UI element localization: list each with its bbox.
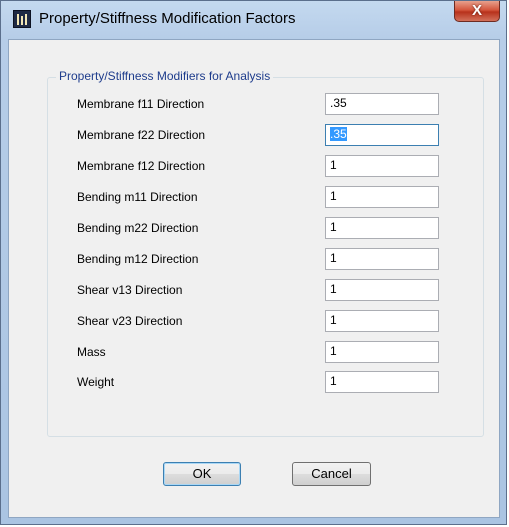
cancel-button[interactable]: Cancel <box>292 462 371 486</box>
bending-m22-label: Bending m22 Direction <box>77 221 199 235</box>
weight-input[interactable]: 1 <box>325 371 439 393</box>
shear-v13-label: Shear v13 Direction <box>77 283 183 297</box>
bending-m11-label: Bending m11 Direction <box>77 190 198 204</box>
bending-m12-label: Bending m12 Direction <box>77 252 199 266</box>
groupbox-legend: Property/Stiffness Modifiers for Analysi… <box>56 69 274 83</box>
window-title: Property/Stiffness Modification Factors <box>39 10 296 27</box>
dialog-window: Property/Stiffness Modification Factors … <box>0 0 507 525</box>
weight-label: Weight <box>77 375 115 389</box>
membrane-f12-input[interactable]: 1 <box>325 155 439 177</box>
app-icon[interactable] <box>13 10 31 28</box>
mass-input[interactable]: 1 <box>325 341 439 363</box>
bending-m11-input[interactable]: 1 <box>325 186 439 208</box>
membrane-f11-label: Membrane f11 Direction <box>77 97 205 111</box>
shear-v23-label: Shear v23 Direction <box>77 314 183 328</box>
ok-button[interactable]: OK <box>163 462 241 486</box>
bending-m22-input[interactable]: 1 <box>325 217 439 239</box>
membrane-f22-input[interactable]: .35 <box>325 124 439 146</box>
dialog-client-area: Property/Stiffness Modifiers for Analysi… <box>8 39 500 518</box>
shear-v13-input[interactable]: 1 <box>325 279 439 301</box>
bending-m12-input[interactable]: 1 <box>325 248 439 270</box>
shear-v23-input[interactable]: 1 <box>325 310 439 332</box>
membrane-f22-label: Membrane f22 Direction <box>77 128 206 142</box>
close-button[interactable]: X <box>454 1 500 22</box>
title-bar[interactable]: Property/Stiffness Modification Factors … <box>1 1 506 39</box>
close-icon: X <box>471 2 482 19</box>
mass-label: Mass <box>77 345 106 359</box>
membrane-f11-input[interactable]: .35 <box>325 93 439 115</box>
membrane-f12-label: Membrane f12 Direction <box>77 159 206 173</box>
selected-text: .35 <box>330 127 347 141</box>
